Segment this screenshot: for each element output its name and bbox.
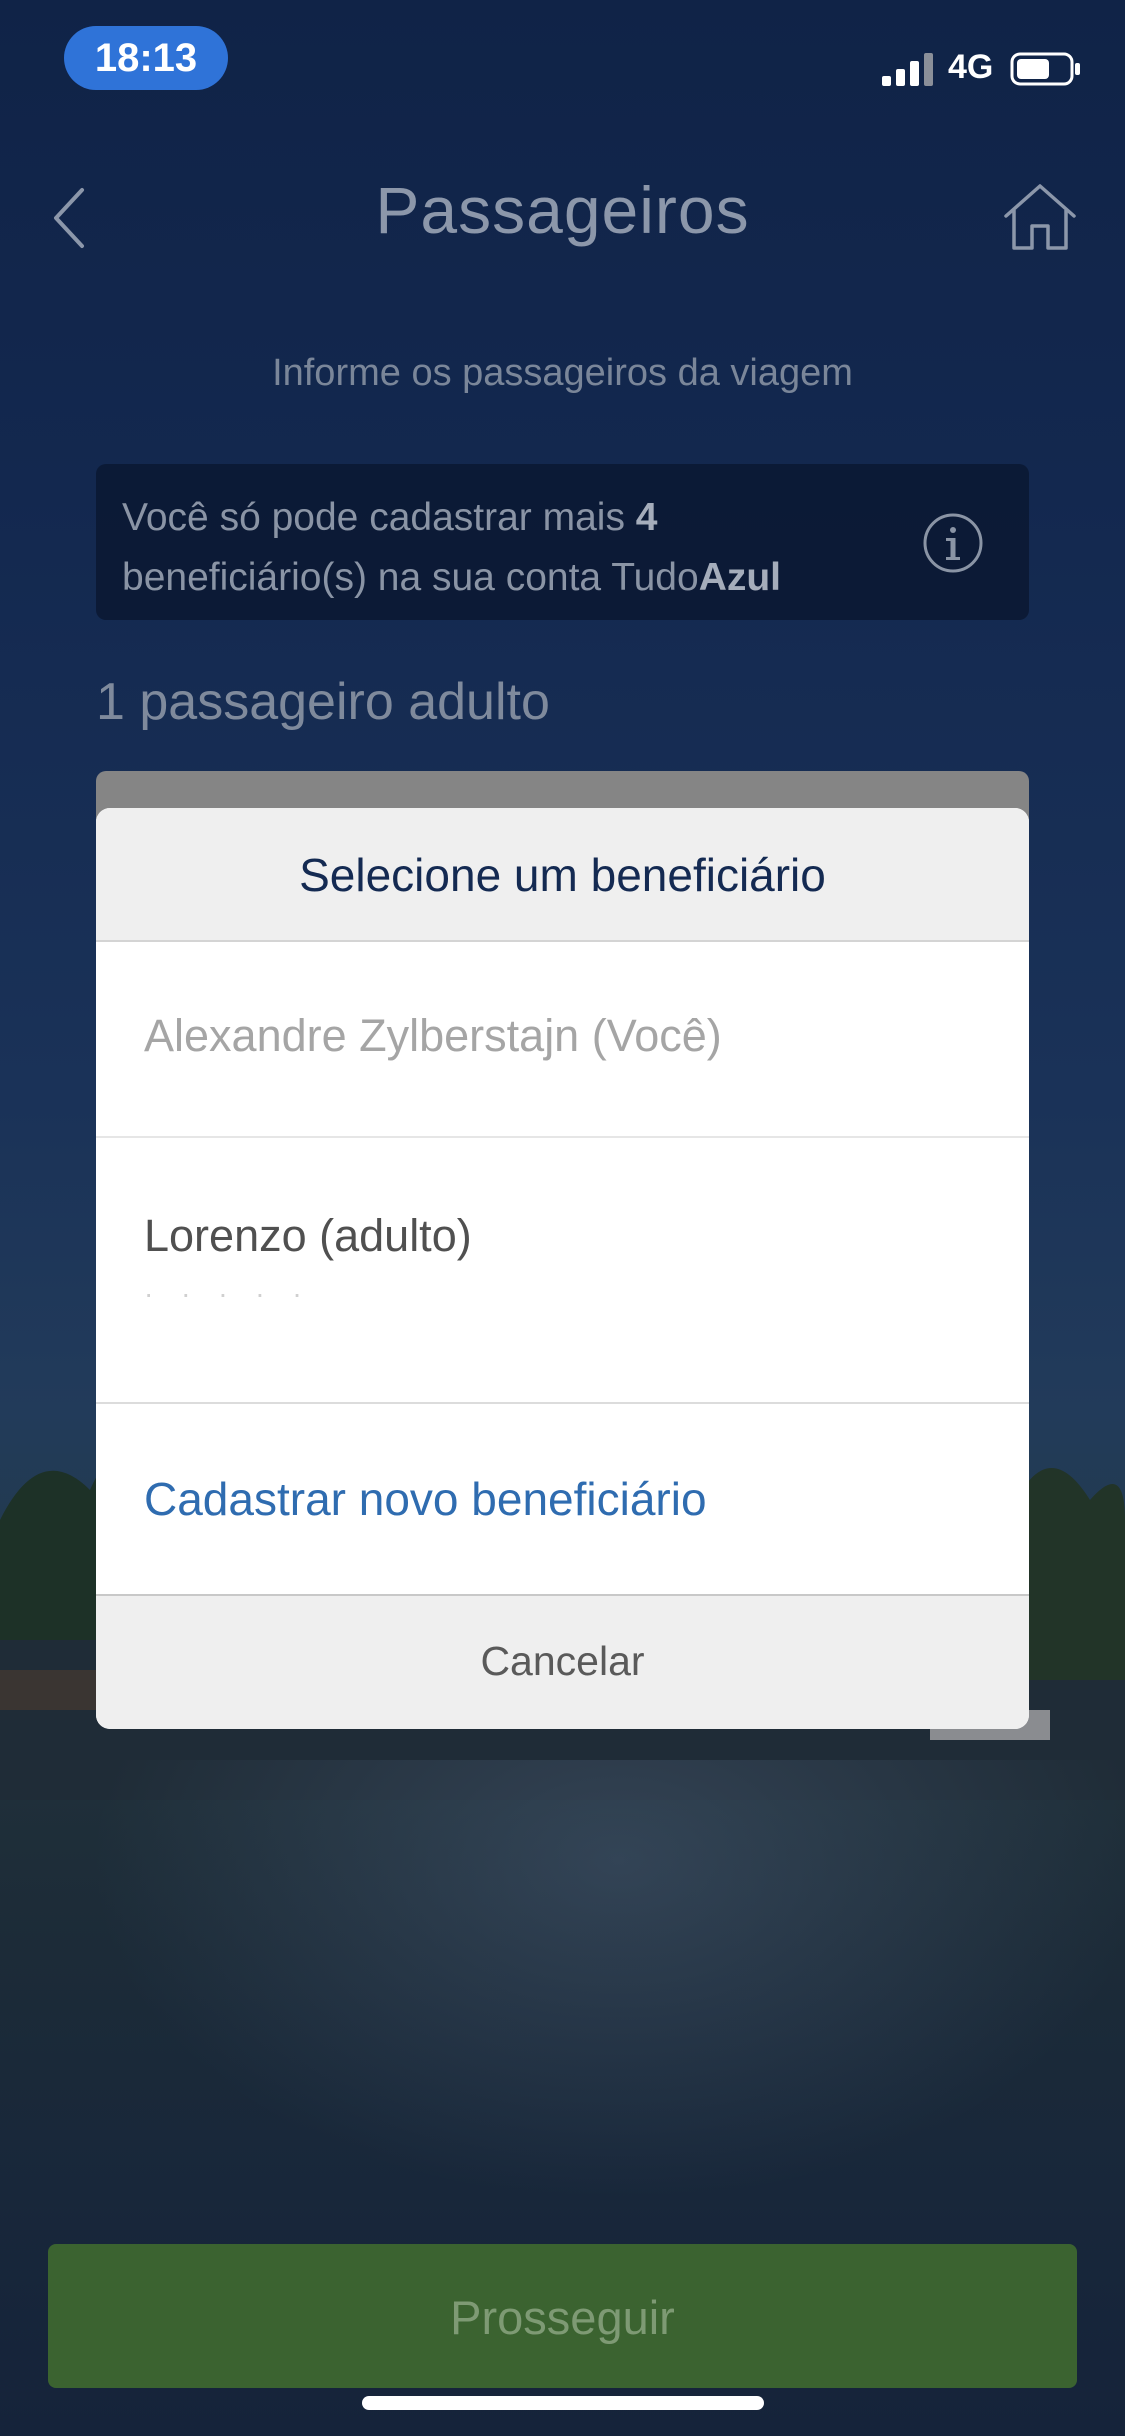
beneficiary-limit-notice: Você só pode cadastrar mais 4 beneficiár…: [96, 464, 1029, 620]
page-title: Passageiros: [375, 173, 750, 247]
page-subtitle: Informe os passageiros da viagem: [272, 352, 853, 394]
beneficiary-action-sheet: Selecione um beneficiário Alexandre Zylb…: [96, 808, 1029, 1729]
notice-brand: Azul: [698, 556, 782, 599]
proceed-label: Prosseguir: [450, 2291, 675, 2344]
notice-text: Você só pode cadastrar mais 4 beneficiár…: [122, 488, 902, 608]
info-icon[interactable]: [922, 512, 984, 574]
proceed-button[interactable]: Prosseguir: [48, 2244, 1077, 2388]
status-time: 18:13: [64, 26, 228, 90]
home-indicator[interactable]: [362, 2396, 764, 2410]
beneficiary-option-label: Lorenzo (adulto): [144, 1210, 472, 1261]
passenger-section-label: 1 passageiro adulto: [96, 673, 550, 731]
sheet-header: Selecione um beneficiário: [96, 808, 1029, 942]
beneficiary-option-self[interactable]: Alexandre Zylberstajn (Você): [96, 942, 1029, 1138]
add-beneficiary-button[interactable]: Cadastrar novo beneficiário: [96, 1404, 1029, 1596]
beneficiary-option-label: Alexandre Zylberstajn (Você): [144, 1010, 722, 1061]
notice-middle: beneficiário(s) na sua conta Tudo: [122, 556, 699, 599]
beneficiary-option-detail: · · · · ·: [144, 1278, 312, 1309]
add-beneficiary-label: Cadastrar novo beneficiário: [144, 1473, 707, 1525]
cancel-button[interactable]: Cancelar: [96, 1596, 1029, 1729]
signal-strength-icon: [882, 53, 933, 86]
network-type: 4G: [948, 48, 994, 86]
water-reflection: [0, 1760, 1125, 2260]
sheet-title: Selecione um beneficiário: [299, 849, 826, 901]
notice-prefix: Você só pode cadastrar mais: [122, 496, 636, 539]
home-icon[interactable]: [1002, 180, 1078, 252]
beneficiary-option-lorenzo[interactable]: Lorenzo (adulto) · · · · ·: [96, 1138, 1029, 1404]
battery-icon: [1010, 52, 1080, 86]
cancel-label: Cancelar: [480, 1638, 645, 1684]
status-bar: 18:13 4G: [0, 0, 1125, 120]
notice-count: 4: [635, 496, 658, 539]
